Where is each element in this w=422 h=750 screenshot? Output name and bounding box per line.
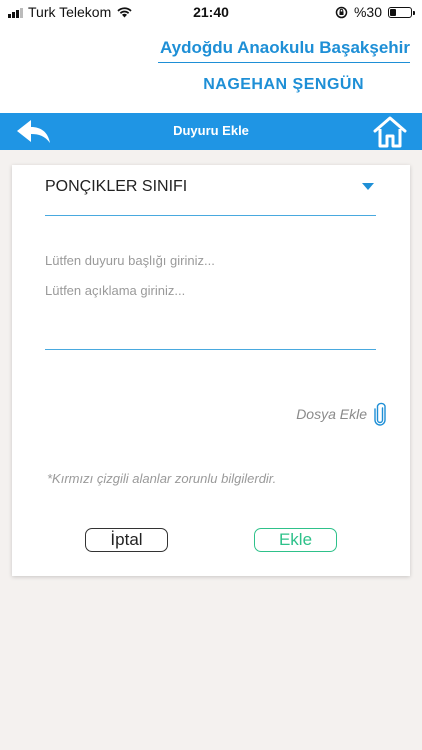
status-bar: Turk Telekom 21:40 %30 [0,0,422,24]
school-name: Aydoğdu Anaokulu Başakşehir [158,38,410,63]
announcement-title-input[interactable] [45,251,376,269]
cancel-button[interactable]: İptal [85,528,168,552]
class-select-value: PONÇIKLER SINIFI [45,178,188,195]
add-button[interactable]: Ekle [254,528,337,552]
app-header: Aydoğdu Anaokulu Başakşehir NAGEHAN ŞENG… [0,24,422,113]
rotation-lock-icon [335,6,348,18]
teacher-name: NAGEHAN ŞENGÜN [203,76,364,93]
nav-bar: Duyuru Ekle [0,113,422,150]
attach-file-label: Dosya Ekle [296,406,367,422]
battery-fill [390,8,396,16]
page-title: Duyuru Ekle [173,123,249,138]
battery-icon [388,6,415,18]
home-icon [373,116,407,148]
paperclip-icon [374,402,386,426]
attach-file-button[interactable]: Dosya Ekle [296,401,386,427]
status-right: %30 [335,4,415,20]
caret-down-icon [362,183,374,190]
required-fields-note: *Kırmızı çizgili alanlar zorunlu bilgile… [47,471,277,486]
class-select[interactable]: PONÇIKLER SINIFI [45,165,376,216]
announcement-description-input[interactable] [45,283,376,350]
battery-percent: %30 [353,4,382,20]
announcement-form-card: PONÇIKLER SINIFI Dosya Ekle *Kırmızı çiz… [12,165,410,576]
home-button[interactable] [372,115,408,149]
